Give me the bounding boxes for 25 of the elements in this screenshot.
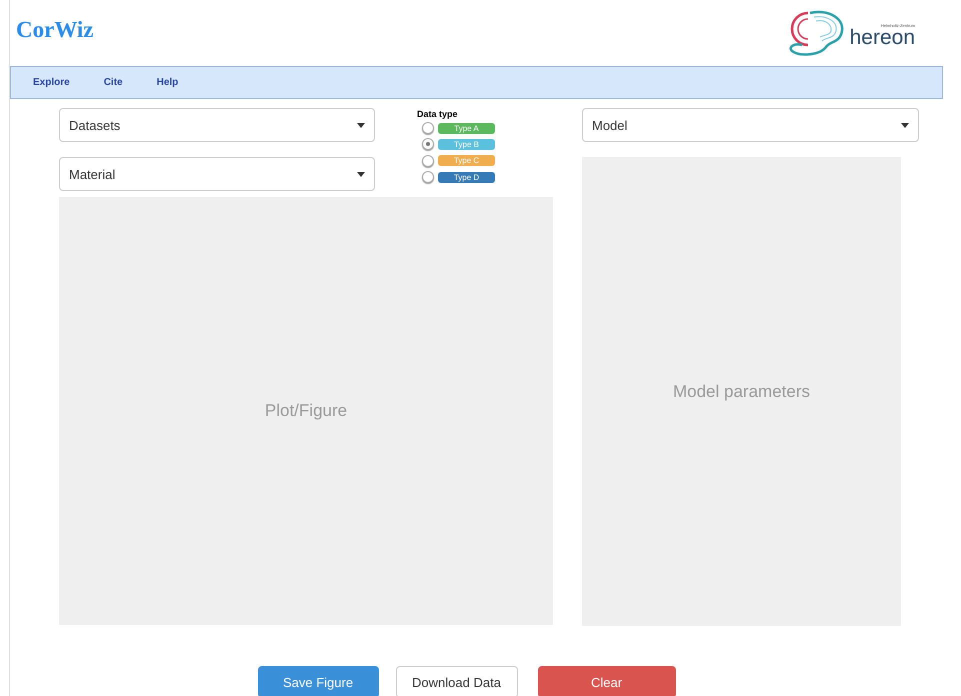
- caret-icon: [357, 122, 365, 128]
- type-label: Type C: [438, 155, 495, 166]
- app-title: CorWiz: [16, 17, 94, 43]
- action-button[interactable]: Save Figure: [258, 666, 378, 696]
- radio-button[interactable]: [422, 171, 434, 184]
- nav-link[interactable]: Cite: [104, 77, 123, 88]
- nav-link[interactable]: Explore: [33, 77, 70, 88]
- action-button[interactable]: Download Data: [396, 666, 518, 696]
- radio-button[interactable]: [422, 122, 434, 134]
- type-label: Type A: [438, 122, 495, 134]
- dropdown[interactable]: Datasets: [59, 108, 375, 142]
- radio-button[interactable]: [422, 154, 434, 167]
- dropdown[interactable]: Model: [582, 108, 919, 142]
- plot-area: Plot/Figure: [59, 197, 553, 625]
- logo-name: hereon: [850, 28, 915, 48]
- caret-icon: [901, 122, 909, 128]
- type-label: Type B: [438, 138, 495, 150]
- dropdown[interactable]: Material: [59, 157, 375, 191]
- type-label: Type D: [438, 172, 495, 183]
- model-parameters-area: Model parameters: [582, 157, 901, 626]
- radio-button[interactable]: [422, 138, 434, 150]
- action-button[interactable]: Clear: [538, 666, 676, 696]
- nav-link[interactable]: Help: [156, 77, 178, 88]
- data-type-label: Data type: [417, 109, 459, 119]
- caret-icon: [357, 172, 365, 176]
